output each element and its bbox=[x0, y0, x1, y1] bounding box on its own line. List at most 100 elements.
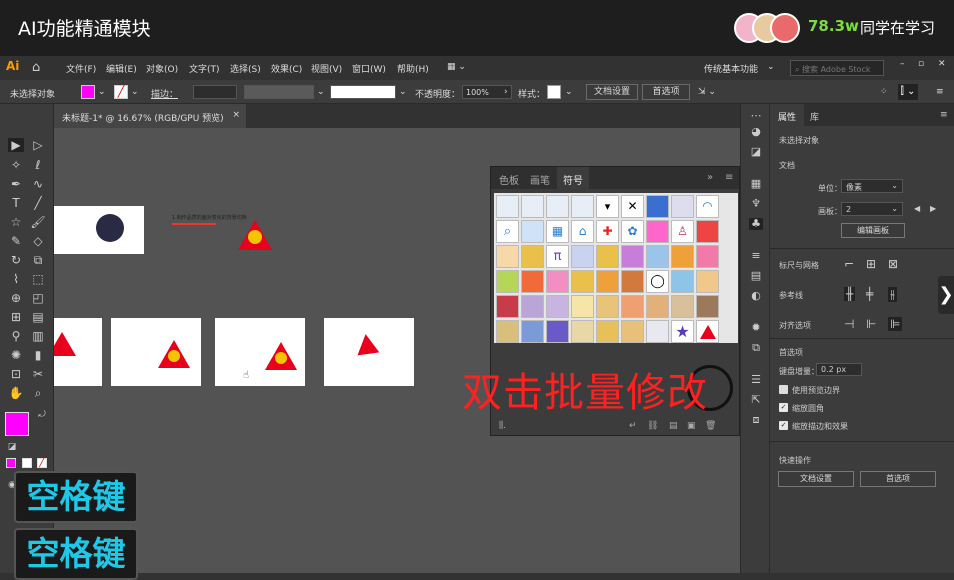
shape-builder-tool-icon[interactable]: ⊕ bbox=[8, 291, 24, 305]
column-graph-tool-icon[interactable]: ▮ bbox=[30, 348, 46, 362]
eraser-tool-icon[interactable]: ◇ bbox=[30, 234, 46, 248]
symbol-swatch[interactable] bbox=[596, 320, 619, 343]
symbol-swatch[interactable] bbox=[596, 245, 619, 268]
symbol-sprayer-tool-icon[interactable]: ✺ bbox=[8, 348, 24, 362]
rotate-tool-icon[interactable]: ↻ bbox=[8, 253, 24, 267]
stroke-swatch[interactable]: ╱ bbox=[114, 85, 128, 99]
symbol-swatch[interactable] bbox=[521, 220, 544, 243]
show-guides-icon[interactable]: ╫ bbox=[844, 287, 856, 301]
live-paint-tool-icon[interactable]: ◰ bbox=[30, 291, 46, 305]
menu-window[interactable]: 窗口(W) bbox=[352, 62, 386, 75]
symbol-swatch[interactable] bbox=[646, 220, 669, 243]
symbol-swatch[interactable] bbox=[521, 295, 544, 318]
chevron-down-icon[interactable]: ⌄ bbox=[399, 87, 407, 97]
keyboard-increment-input[interactable]: 0.2 px bbox=[816, 363, 862, 376]
variable-width-profile[interactable] bbox=[244, 85, 314, 99]
lock-guides-icon[interactable]: ╪ bbox=[866, 287, 873, 301]
panel-menu-icon[interactable]: ≡ bbox=[936, 87, 944, 97]
document-setup-button[interactable]: 文档设置 bbox=[586, 84, 638, 100]
arrange-icon[interactable]: ⇲ ⌄ bbox=[698, 87, 716, 97]
graph-tool-icon[interactable]: ▥ bbox=[30, 329, 46, 343]
chevron-down-icon[interactable]: ⌄ bbox=[98, 87, 106, 97]
symbol-swatch[interactable] bbox=[646, 245, 669, 268]
symbol-swatch[interactable] bbox=[671, 245, 694, 268]
transparency-grid-icon[interactable]: ⊠ bbox=[888, 257, 898, 271]
panel-menu-icon[interactable]: ≡ bbox=[940, 110, 948, 120]
symbol-swatch[interactable] bbox=[571, 270, 594, 293]
menu-edit[interactable]: 编辑(E) bbox=[106, 62, 137, 75]
symbol-swatch[interactable] bbox=[546, 320, 569, 343]
symbol-swatch[interactable] bbox=[571, 320, 594, 343]
star-tool-icon[interactable]: ☆ bbox=[8, 215, 24, 229]
line-tool-icon[interactable]: ╱ bbox=[30, 196, 46, 210]
brush-definition[interactable] bbox=[330, 85, 396, 99]
symbol-swatch[interactable] bbox=[521, 320, 544, 343]
symbol-swatch[interactable] bbox=[496, 295, 519, 318]
color-mode-button[interactable] bbox=[6, 458, 16, 468]
document-tab[interactable]: 未标题-1* @ 16.67% (RGB/GPU 预览) × bbox=[54, 104, 246, 128]
menu-effect[interactable]: 效果(C) bbox=[271, 62, 302, 75]
stroke-icon[interactable]: ≡ bbox=[749, 250, 763, 262]
close-tab-icon[interactable]: × bbox=[232, 110, 240, 120]
symbol-swatch[interactable] bbox=[571, 295, 594, 318]
swap-colors-icon[interactable]: ⤾ bbox=[34, 408, 50, 422]
graphic-styles-icon[interactable]: ⧉ bbox=[749, 342, 763, 354]
swatches-icon[interactable]: ▦ bbox=[749, 178, 763, 190]
menu-file[interactable]: 文件(F) bbox=[66, 62, 96, 75]
symbol-swatch[interactable] bbox=[696, 270, 719, 293]
symbol-swatch[interactable]: ▾ bbox=[596, 195, 619, 218]
symbol-swatch[interactable]: ⌕ bbox=[496, 220, 519, 243]
direct-selection-tool-icon[interactable]: ▷ bbox=[30, 138, 46, 152]
collapse-icon[interactable]: » bbox=[707, 172, 713, 183]
perspective-grid-tool-icon[interactable]: ⊞ bbox=[8, 310, 24, 324]
symbol-swatch[interactable] bbox=[646, 320, 669, 343]
artboard-tool-icon[interactable]: ⊡ bbox=[8, 367, 24, 381]
symbol-swatch[interactable] bbox=[596, 295, 619, 318]
chevron-down-icon[interactable]: ⌄ bbox=[565, 87, 573, 97]
symbol-swatch[interactable] bbox=[646, 195, 669, 218]
snap-toggle[interactable]: ⫿ ⌄ bbox=[898, 84, 918, 100]
symbol-swatch[interactable] bbox=[696, 220, 719, 243]
restore-icon[interactable]: ▫ bbox=[918, 59, 924, 69]
symbol-swatch[interactable] bbox=[671, 270, 694, 293]
quick-preferences-button[interactable]: 首选项 bbox=[860, 471, 936, 487]
symbol-swatch[interactable] bbox=[496, 320, 519, 343]
home-icon[interactable]: ⌂ bbox=[32, 60, 40, 75]
symbol-swatch[interactable] bbox=[696, 245, 719, 268]
tab-brushes[interactable]: 画笔 bbox=[530, 172, 550, 187]
symbol-swatch[interactable] bbox=[571, 245, 594, 268]
smart-guides-icon[interactable]: ⫳ bbox=[888, 287, 897, 302]
layers-icon[interactable]: ☰ bbox=[749, 374, 763, 386]
type-tool-icon[interactable]: T bbox=[8, 196, 24, 210]
chevron-down-icon[interactable]: ⌄ bbox=[131, 87, 139, 97]
export-icon[interactable]: ⇱ bbox=[749, 394, 763, 406]
scale-tool-icon[interactable]: ⧉ bbox=[30, 253, 46, 267]
snap-to-point-icon[interactable]: ⊣ bbox=[844, 317, 854, 331]
symbols-icon[interactable]: ♣ bbox=[749, 218, 763, 230]
preferences-button[interactable]: 首选项 bbox=[642, 84, 690, 100]
slice-tool-icon[interactable]: ✂ bbox=[30, 367, 46, 381]
chevron-down-icon[interactable]: ⌄ bbox=[767, 62, 775, 72]
units-select[interactable]: 像素 ⌄ bbox=[841, 179, 903, 193]
symbol-swatch[interactable] bbox=[496, 270, 519, 293]
symbol-swatch[interactable]: ▦ bbox=[546, 220, 569, 243]
scale-corners-checkbox[interactable]: ✓ bbox=[779, 403, 788, 412]
symbol-swatch[interactable] bbox=[621, 320, 644, 343]
preview-bounds-checkbox[interactable] bbox=[779, 385, 788, 394]
symbol-swatch[interactable]: π bbox=[546, 245, 569, 268]
transparency-icon[interactable]: ◐ bbox=[749, 290, 763, 302]
quick-document-setup-button[interactable]: 文档设置 bbox=[778, 471, 854, 487]
symbol-swatch[interactable] bbox=[621, 270, 644, 293]
symbol-swatch[interactable] bbox=[696, 295, 719, 318]
symbol-swatch[interactable] bbox=[571, 195, 594, 218]
symbol-swatch[interactable] bbox=[546, 295, 569, 318]
brushes-icon[interactable]: ♆ bbox=[749, 198, 763, 210]
symbol-swatch[interactable]: ✕ bbox=[621, 195, 644, 218]
break-link-icon[interactable]: ⛓ bbox=[647, 421, 658, 431]
gradient-mode-button[interactable] bbox=[22, 458, 32, 468]
warp-tool-icon[interactable]: ⌇ bbox=[8, 272, 24, 286]
symbol-swatch[interactable] bbox=[646, 295, 669, 318]
symbol-swatch[interactable] bbox=[521, 195, 544, 218]
default-colors-icon[interactable]: ◪ bbox=[4, 440, 20, 454]
panel-menu-icon[interactable]: ≡ bbox=[725, 172, 733, 183]
